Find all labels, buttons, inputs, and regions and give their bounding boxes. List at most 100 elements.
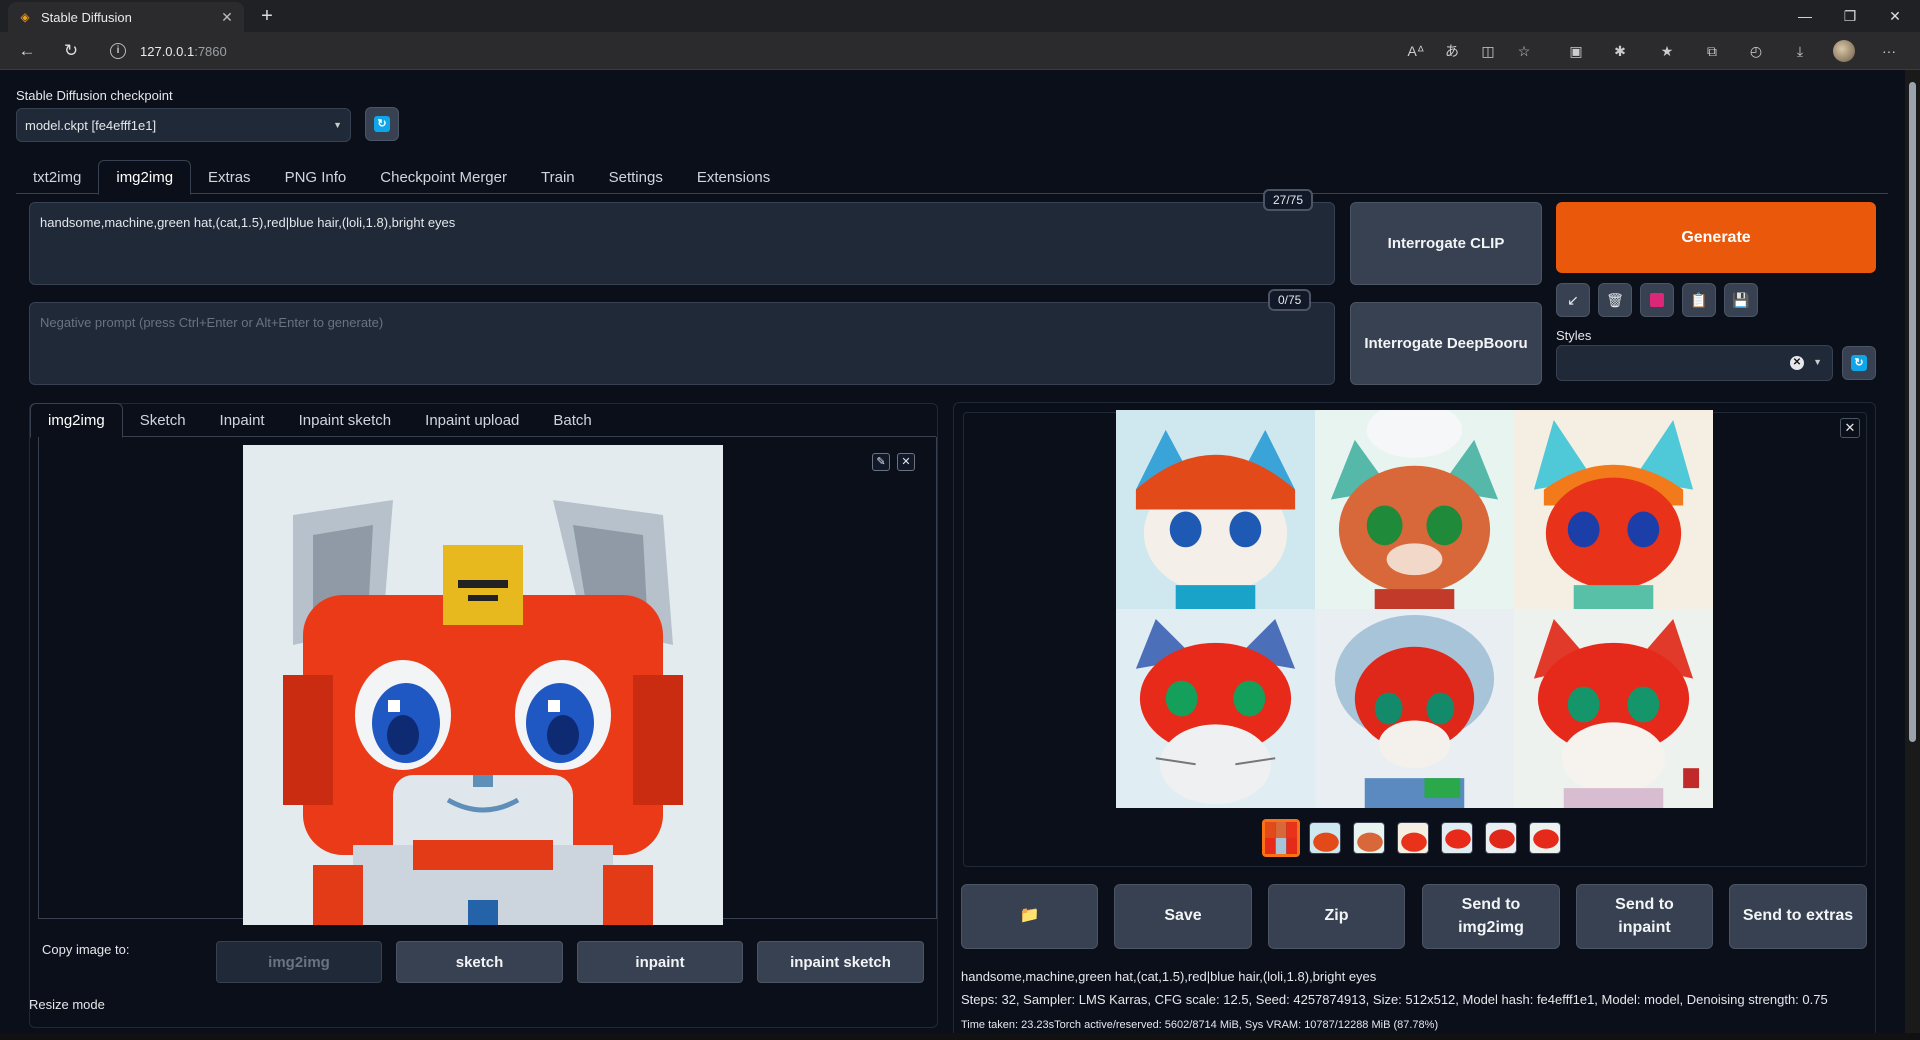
download-icon[interactable]: ⤓ (1789, 41, 1811, 61)
cat-illustration (1514, 410, 1713, 609)
thumbnail-image (1354, 823, 1384, 853)
favorites-icon[interactable]: ★ (1656, 41, 1678, 61)
refresh-checkpoint-button[interactable]: ↻ (365, 107, 399, 141)
gallery-thumbnail[interactable] (1485, 822, 1517, 854)
tab-settings[interactable]: Settings (592, 160, 680, 194)
apply-style-button[interactable]: 📋 (1682, 283, 1716, 317)
subtab-inpaint-upload[interactable]: Inpaint upload (408, 403, 536, 437)
open-folder-button[interactable]: 📁 (961, 884, 1098, 949)
prompt-input[interactable]: handsome,machine,green hat,(cat,1.5),red… (29, 202, 1335, 285)
puzzle-icon[interactable]: ✱ (1609, 41, 1631, 61)
scrollbar-thumb[interactable] (1909, 82, 1916, 742)
tab-txt2img[interactable]: txt2img (16, 160, 98, 194)
prompt-token-counter: 27/75 (1263, 189, 1314, 211)
browser-tab[interactable]: ◈ Stable Diffusion ✕ (8, 2, 244, 32)
save-button[interactable]: Save (1114, 884, 1252, 949)
tab-img2img[interactable]: img2img (98, 160, 192, 195)
subtab-sketch[interactable]: Sketch (123, 403, 203, 437)
checkpoint-dropdown[interactable]: model.ckpt [fe4efff1e1] ▼ (16, 108, 351, 142)
clear-image-icon[interactable]: ✕ (897, 453, 915, 471)
output-image-4 (1116, 609, 1315, 808)
interrogate-deepbooru-button[interactable]: Interrogate DeepBooru (1350, 302, 1542, 385)
send-to-extras-button[interactable]: Send to extras (1729, 884, 1867, 949)
back-arrow-icon[interactable]: ← (14, 39, 40, 63)
zip-button[interactable]: Zip (1268, 884, 1405, 949)
edit-image-icon[interactable]: ✎ (872, 453, 890, 471)
interrogate-clip-button[interactable]: Interrogate CLIP (1350, 202, 1542, 285)
negative-prompt-placeholder: Negative prompt (press Ctrl+Enter or Alt… (40, 315, 384, 330)
new-tab-button[interactable]: + (254, 4, 280, 28)
reload-icon[interactable]: ↻ (58, 39, 84, 63)
copy-to-sketch-button[interactable]: sketch (396, 941, 563, 983)
read-aloud-icon[interactable]: Aᐞ (1405, 41, 1427, 61)
extension-icon[interactable]: ▣ (1565, 41, 1587, 61)
url-field[interactable]: i 127.0.0.1:7860 (110, 37, 1570, 65)
read-params-button[interactable]: ↙ (1556, 283, 1590, 317)
gallery-thumbnail[interactable] (1353, 822, 1385, 854)
input-image[interactable] (243, 445, 723, 925)
thumbnail-image (1530, 823, 1560, 853)
translate-icon[interactable]: あ (1441, 41, 1463, 61)
main-tabs: txt2img img2img Extras PNG Info Checkpoi… (16, 160, 1888, 195)
add-favorite-icon[interactable]: ☆ (1513, 41, 1535, 61)
clear-prompt-button[interactable]: 🗑 (1598, 283, 1632, 317)
restore-icon[interactable]: ❐ (1830, 4, 1870, 28)
pixel-cat-illustration (243, 445, 723, 925)
tab-train[interactable]: Train (524, 160, 592, 194)
subtab-inpaint[interactable]: Inpaint (203, 403, 282, 437)
floppy-icon: 💾 (1732, 291, 1750, 308)
page-scrollbar[interactable] (1905, 70, 1920, 1040)
arrow-icon: ↙ (1567, 291, 1579, 308)
history-icon[interactable]: ◴ (1745, 41, 1767, 61)
subtab-img2img[interactable]: img2img (30, 403, 123, 438)
save-style-button[interactable]: 💾 (1724, 283, 1758, 317)
more-menu-icon[interactable]: ··· (1878, 41, 1900, 61)
url-host: 127.0.0.1 (140, 43, 195, 59)
tab-png-info[interactable]: PNG Info (268, 160, 364, 194)
output-image-5 (1315, 609, 1514, 808)
site-info-icon[interactable]: i (110, 43, 126, 59)
copy-to-img2img-button[interactable]: img2img (216, 941, 382, 983)
bottom-edge (0, 1033, 1920, 1040)
gallery-thumbnail[interactable] (1441, 822, 1473, 854)
send-to-inpaint-button[interactable]: Send to inpaint (1576, 884, 1713, 949)
tab-extensions[interactable]: Extensions (680, 160, 787, 194)
generate-button[interactable]: Generate (1556, 202, 1876, 273)
close-gallery-icon[interactable]: ✕ (1840, 418, 1860, 438)
tab-extras[interactable]: Extras (191, 160, 268, 194)
subtab-inpaint-sketch[interactable]: Inpaint sketch (282, 403, 409, 437)
url-port: :7860 (194, 43, 227, 59)
browser-tab-title: Stable Diffusion (41, 9, 132, 25)
refresh-styles-button[interactable]: ↻ (1842, 346, 1876, 380)
gallery-thumbnail[interactable] (1529, 822, 1561, 854)
clear-icon[interactable]: ✕ (1790, 356, 1804, 370)
gallery-thumbnail-grid[interactable] (1262, 819, 1300, 857)
cat-illustration (1514, 609, 1713, 808)
copy-to-inpaint-sketch-button[interactable]: inpaint sketch (757, 941, 924, 983)
resize-mode-label: Resize mode (29, 997, 105, 1012)
tab-checkpoint-merger[interactable]: Checkpoint Merger (363, 160, 524, 194)
send-to-img2img-button[interactable]: Send to img2img (1422, 884, 1560, 949)
minimize-icon[interactable]: — (1785, 4, 1825, 28)
checkpoint-label: Stable Diffusion checkpoint (16, 88, 173, 103)
collections-icon[interactable]: ⧉ (1701, 41, 1723, 61)
cat-illustration (1315, 609, 1514, 808)
reader-view-icon[interactable]: ◫ (1477, 41, 1499, 61)
styles-dropdown[interactable]: ✕ ▼ (1556, 345, 1833, 381)
profile-avatar[interactable] (1833, 40, 1855, 62)
output-image-1 (1116, 410, 1315, 609)
close-window-icon[interactable]: ✕ (1875, 4, 1915, 28)
copy-to-inpaint-button[interactable]: inpaint (577, 941, 743, 983)
output-image-2 (1315, 410, 1514, 609)
close-tab-icon[interactable]: ✕ (220, 9, 234, 26)
negative-prompt-input[interactable]: Negative prompt (press Ctrl+Enter or Alt… (29, 302, 1335, 385)
gallery-thumbnail[interactable] (1309, 822, 1341, 854)
copy-image-label: Copy image to: (42, 942, 130, 957)
thumbnail-image (1310, 823, 1340, 853)
output-image-6 (1514, 609, 1713, 808)
subtab-batch[interactable]: Batch (536, 403, 608, 437)
cat-illustration (1116, 609, 1315, 808)
output-image-grid[interactable] (1116, 410, 1713, 808)
gallery-thumbnail[interactable] (1397, 822, 1429, 854)
extra-networks-button[interactable] (1640, 283, 1674, 317)
